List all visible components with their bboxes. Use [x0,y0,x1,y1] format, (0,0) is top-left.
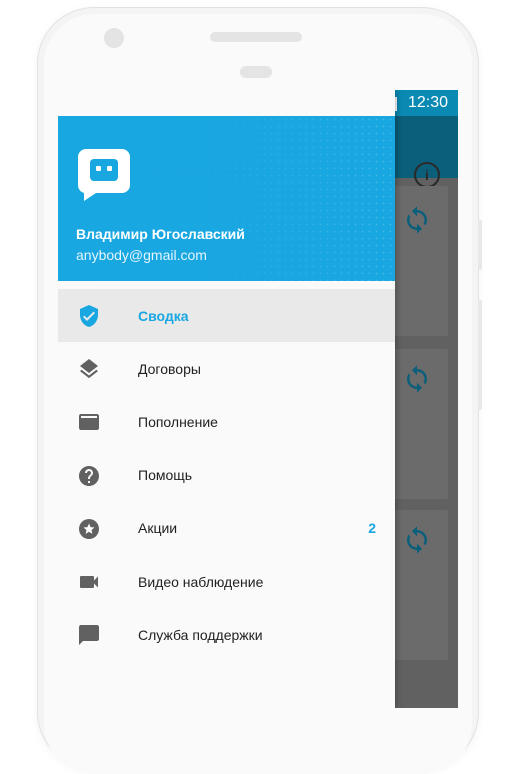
promotions-count-badge: 2 [368,520,376,537]
menu-item-label: Договоры [138,360,201,377]
credit-card-icon [79,414,99,431]
drawer-menu: Сводка Договоры Пополнение Помощь Акции … [58,289,395,661]
sync-icon [407,206,427,234]
menu-item-promotions[interactable]: Акции 2 [58,502,395,555]
screen: i 12:30 Владимир Югославский anybody@gma… [58,90,458,708]
power-button [478,300,482,410]
menu-item-label: Пополнение [138,413,218,430]
phone-speaker [210,32,302,42]
status-time: 12:30 [407,94,448,111]
sync-icon [407,526,427,554]
user-email: anybody@gmail.com [76,247,207,263]
help-circle-icon [79,465,99,486]
sync-icon [407,365,427,393]
menu-item-label: Акции [138,520,178,537]
menu-item-contracts[interactable]: Договоры [58,342,395,395]
layers-icon [80,359,98,379]
menu-item-label: Сводка [138,307,189,324]
phone-sensor [240,66,272,78]
menu-item-topup[interactable]: Пополнение [58,395,395,448]
menu-item-label: Видео наблюдение [138,573,264,590]
user-name: Владимир Югославский [76,226,245,242]
chat-icon [79,625,99,646]
star-circle-icon [79,518,99,539]
menu-item-video-surveillance[interactable]: Видео наблюдение [58,555,395,608]
info-icon: i [414,162,440,188]
menu-item-label: Помощь [138,467,193,484]
navigation-drawer: Владимир Югославский anybody@gmail.com С… [58,90,395,708]
menu-item-label: Служба поддержки [138,626,263,643]
chat-bot-icon[interactable] [76,147,132,203]
menu-item-support[interactable]: Служба поддержки [58,608,395,661]
front-camera [104,28,124,48]
volume-button [478,220,482,270]
menu-item-help[interactable]: Помощь [58,449,395,502]
shield-check-icon [80,305,98,327]
videocam-icon [80,575,98,588]
drawer-header: Владимир Югославский anybody@gmail.com [58,116,395,281]
menu-item-summary[interactable]: Сводка [58,289,395,343]
